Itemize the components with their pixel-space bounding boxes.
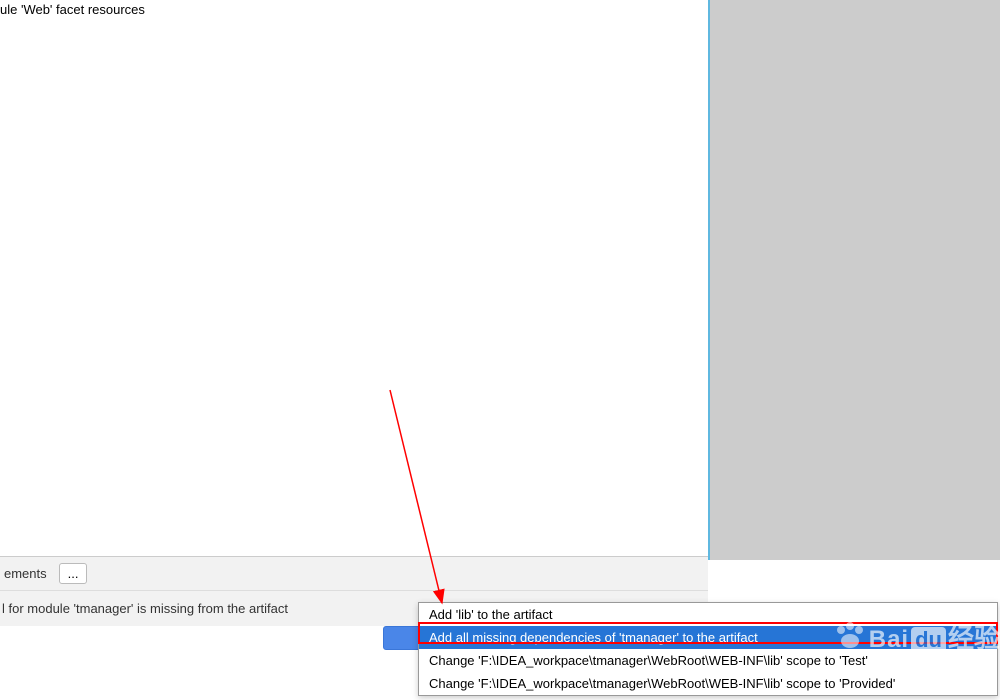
menu-item-scope-test[interactable]: Change 'F:\IDEA_workpace\tmanager\WebRoo… bbox=[419, 649, 997, 672]
warning-text: l for module 'tmanager' is missing from … bbox=[2, 601, 288, 616]
elements-label: ements bbox=[4, 566, 47, 581]
more-button[interactable]: ... bbox=[59, 563, 88, 584]
menu-item-scope-provided[interactable]: Change 'F:\IDEA_workpace\tmanager\WebRoo… bbox=[419, 672, 997, 695]
fix-button[interactable] bbox=[383, 626, 423, 650]
menu-item-add-missing-deps[interactable]: Add all missing dependencies of 'tmanage… bbox=[419, 626, 997, 649]
right-side-panel bbox=[708, 0, 1000, 560]
context-menu: Add 'lib' to the artifact Add all missin… bbox=[418, 602, 998, 696]
partial-header-text: ule 'Web' facet resources bbox=[0, 2, 145, 17]
elements-row: ements ... bbox=[0, 557, 708, 590]
menu-item-add-lib[interactable]: Add 'lib' to the artifact bbox=[419, 603, 997, 626]
